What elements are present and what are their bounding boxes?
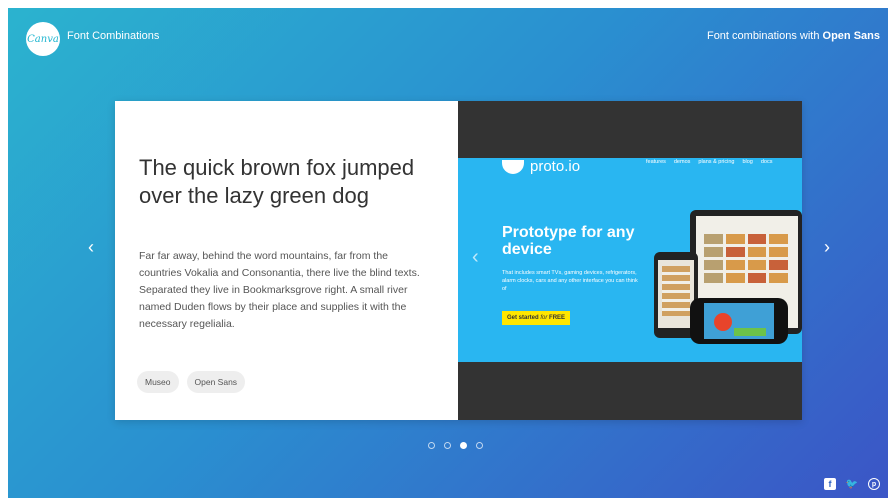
preview-nav-item: blog xyxy=(742,159,753,165)
food-tile xyxy=(704,234,723,244)
cta-end: FREE xyxy=(547,315,566,321)
food-tile xyxy=(769,260,788,270)
food-tile xyxy=(725,247,745,257)
food-tile xyxy=(704,273,723,283)
font-tags: Museo Open Sans xyxy=(137,371,246,393)
page-title[interactable]: Font Combinations xyxy=(67,30,159,42)
carousel-dot-3[interactable] xyxy=(460,442,467,449)
phone-screen xyxy=(658,260,694,328)
preview-logo-text: proto.io xyxy=(530,158,581,175)
preview-nav: features demos plans & pricing blog docs xyxy=(646,159,773,165)
food-tile xyxy=(725,234,745,244)
carousel-dot-4[interactable] xyxy=(476,442,483,449)
food-tile xyxy=(747,234,767,244)
social-links: f 🐦 p xyxy=(824,478,880,490)
slide-card: The quick brown fox jumped over the lazy… xyxy=(115,101,802,420)
next-slide-button[interactable]: › xyxy=(817,238,837,256)
facebook-icon[interactable]: f xyxy=(824,478,836,490)
font-tag-open-sans[interactable]: Open Sans xyxy=(186,371,246,393)
font-combination-heading: Font combinations with Open Sans xyxy=(707,30,880,42)
preview-subtitle: That includes smart TVs, gaming devices,… xyxy=(502,270,638,292)
canva-logo[interactable]: Canva xyxy=(26,22,60,56)
food-tile xyxy=(725,273,745,283)
pinterest-icon[interactable]: p xyxy=(868,478,880,490)
food-tile xyxy=(704,260,723,270)
slide-text-panel: The quick brown fox jumped over the lazy… xyxy=(115,101,458,420)
food-tile xyxy=(704,247,723,257)
preview-nav-item: features xyxy=(646,159,666,165)
slide-image-panel: proto.io features demos plans & pricing … xyxy=(458,101,802,420)
app-stage: Canva Font Combinations Font combination… xyxy=(8,8,888,498)
food-tile xyxy=(769,234,788,244)
preview-cta-button: Get started for FREE xyxy=(502,311,571,325)
food-tile xyxy=(747,273,767,283)
heading-font-name: Open Sans xyxy=(822,30,880,42)
food-tile xyxy=(747,260,767,270)
preview-chevron-left-icon: ‹ xyxy=(472,246,479,268)
game-screen xyxy=(704,303,774,339)
website-preview: proto.io features demos plans & pricing … xyxy=(458,158,802,362)
preview-nav-item: docs xyxy=(760,159,773,165)
preview-title: Prototype for any device xyxy=(502,224,635,258)
preview-nav-item: plans & pricing xyxy=(698,159,735,165)
font-tag-museo[interactable]: Museo xyxy=(137,371,179,393)
heading-prefix: Font combinations with xyxy=(706,30,823,42)
preview-logo: proto.io xyxy=(502,158,580,175)
game-phone-device-image xyxy=(690,298,788,344)
slide-body-text: Far far away, behind the word mountains,… xyxy=(139,250,420,330)
preview-nav-item: demos xyxy=(673,159,691,165)
slide-headline: The quick brown fox jumped over the lazy… xyxy=(139,155,415,208)
food-tile xyxy=(725,260,745,270)
food-tile xyxy=(747,247,767,257)
food-tile xyxy=(769,247,788,257)
tablet-food-grid xyxy=(704,234,788,283)
twitter-icon[interactable]: 🐦 xyxy=(846,478,858,490)
carousel-dot-2[interactable] xyxy=(444,442,451,449)
food-tile xyxy=(769,273,788,283)
carousel-dots xyxy=(428,442,483,449)
proto-logo-icon xyxy=(502,159,524,174)
cta-main: Get started xyxy=(507,315,541,321)
carousel-dot-1[interactable] xyxy=(428,442,435,449)
prev-slide-button[interactable]: ‹ xyxy=(81,238,101,256)
